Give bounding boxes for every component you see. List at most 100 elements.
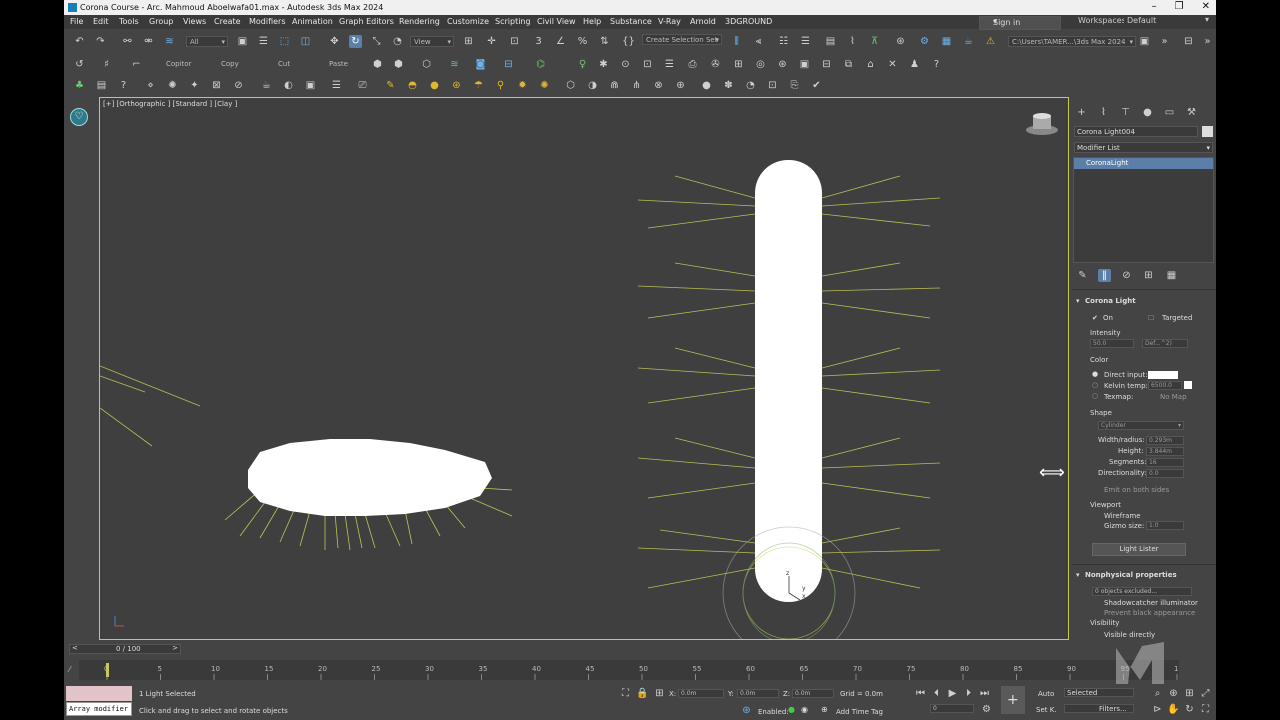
workspace-dropdown[interactable]: Default ▾ [1124,15,1212,26]
expand-toolbar-right-icon[interactable]: » [1201,35,1214,48]
x-field[interactable]: 0.0m [678,689,724,698]
texmap-button[interactable]: No Map [1160,393,1187,401]
menu-group[interactable]: Group [149,17,173,26]
tool-a-icon[interactable]: ⊟ [502,58,515,71]
z-field[interactable]: 0.0m [792,689,834,698]
tool-s4-icon[interactable]: ⊠ [210,79,223,92]
set-project-folder-icon[interactable]: ▣ [1138,35,1151,48]
scene-explorer-icon[interactable]: ☷ [777,35,790,48]
angle-snap-icon[interactable]: ∠ [554,35,567,48]
targeted-checkbox[interactable]: ☐ [1148,314,1154,322]
menu-graph-editors[interactable]: Graph Editors [339,17,394,26]
maximize-viewport-icon[interactable]: ⛶ [1199,703,1212,716]
time-config-icon[interactable]: ⚙ [980,703,993,716]
cut-label[interactable]: Cut [278,60,290,68]
window-crossing-icon[interactable]: ◫ [299,35,312,48]
texmap-radio[interactable]: ○ [1092,392,1098,400]
tool-s7-icon[interactable]: ▣ [304,79,317,92]
tool-s5-icon[interactable]: ⊘ [232,79,245,92]
edit-named-selection-icon[interactable]: {} [622,35,635,48]
select-manipulate-icon[interactable]: ✛ [485,35,498,48]
menu-vray[interactable]: V-Ray [658,17,681,26]
menu-scripting[interactable]: Scripting [495,17,531,26]
tool-b-icon[interactable]: ⌬ [534,58,547,71]
menu-3dground[interactable]: 3DGROUND [725,17,772,26]
time-slider-next-icon[interactable]: > [172,644,178,652]
make-unique-icon[interactable]: ⊘ [1120,269,1133,282]
fov-icon[interactable]: ⊳ [1151,703,1164,716]
hex-tool-1-icon[interactable]: ⬢ [371,58,384,71]
intensity-unit-dropdown[interactable]: Def...^2) [1142,339,1188,348]
pin-stack-icon[interactable]: ✎ [1076,269,1089,282]
selection-filter-dropdown[interactable]: All ▾ [186,36,228,47]
menu-create[interactable]: Create [214,17,241,26]
orbit-icon[interactable]: ↻ [1183,703,1196,716]
menu-substance[interactable]: Substance [610,17,652,26]
hex-tool-3-icon[interactable]: ⬡ [420,58,433,71]
enabled-indicator-icon[interactable]: ● [788,705,795,714]
tool-c-icon[interactable]: ♀ [576,58,589,71]
tool-k-icon[interactable]: ◎ [754,58,767,71]
key-filter-dropdown[interactable]: Selected [1064,688,1134,697]
menu-customize[interactable]: Customize [447,17,489,26]
go-to-end-icon[interactable]: ⏭ [978,687,991,700]
keyboard-shortcut-icon[interactable]: ⊡ [508,35,521,48]
gizmo-size-field[interactable]: 1.0 [1146,521,1184,530]
tool-s12-icon[interactable]: ◔ [744,79,757,92]
light-dome-icon[interactable]: ◓ [406,79,419,92]
tool-s14-icon[interactable]: ⎘ [788,79,801,92]
reference-coordinate-dropdown[interactable]: View ▾ [410,36,454,47]
absolute-mode-icon[interactable]: ⊞ [653,687,666,700]
next-frame-icon[interactable]: ⏵ [962,687,975,700]
workspace-selector[interactable]: Workspaces: Default ▾ [1078,15,1212,26]
track-bar[interactable]: 0510152025303540455055606570758085909510… [79,660,1179,680]
enabled-icon[interactable]: ⊛ [740,704,753,717]
tool-h-icon[interactable]: ⎙ [686,58,699,71]
unlink-icon[interactable]: ⚮ [142,35,155,48]
teapot-icon[interactable]: ☕ [260,79,273,92]
layers-icon[interactable]: ≋ [448,58,461,71]
nonphysical-collapse-icon[interactable]: ▾ [1076,571,1080,579]
scene-canvas[interactable]: z y x [100,98,1068,639]
height-field[interactable]: 3.844m [1146,447,1184,456]
tool-m-icon[interactable]: ▣ [798,58,811,71]
copy-label[interactable]: Copy [221,60,239,68]
tool-f-icon[interactable]: ⊡ [641,58,654,71]
width-field[interactable]: 0.293m [1146,436,1184,445]
tool-s13-icon[interactable]: ⊡ [766,79,779,92]
mirror-icon[interactable]: ⫼ [730,35,743,48]
nonphysical-rollout-title[interactable]: Nonphysical properties [1085,571,1177,579]
menu-rendering[interactable]: Rendering [399,17,440,26]
current-frame-field[interactable]: 0 [930,704,974,713]
select-by-name-icon[interactable]: ☰ [257,35,270,48]
directionality-field[interactable]: 0.0 [1146,469,1184,478]
tool-s9-icon[interactable]: ⊗ [652,79,665,92]
info-icon[interactable]: ? [117,79,130,92]
sign-in-dropdown[interactable]: Sign in ▾ [979,16,1061,30]
kelvin-radio[interactable]: ○ [1092,381,1098,389]
list-icon[interactable]: ▤ [95,79,108,92]
render-setup-icon[interactable]: ⚙ [918,35,931,48]
maxscript-input[interactable]: Array modifier [66,702,132,716]
create-tab-icon[interactable]: + [1075,106,1088,119]
snaps-toggle-icon[interactable]: 3 [532,35,545,48]
add-time-tag[interactable]: Add Time Tag [836,708,883,716]
kelvin-field[interactable]: 6500.0 [1148,381,1182,390]
bind-space-warp-icon[interactable]: ≋ [163,35,176,48]
time-tag-icon[interactable]: ⊕ [821,705,828,714]
hex-tool-2-icon[interactable]: ⬢ [392,58,405,71]
direct-input-radio[interactable]: ● [1092,370,1098,378]
warning-icon[interactable]: ⚠ [984,35,997,48]
select-object-icon[interactable]: ▣ [236,35,249,48]
remove-modifier-icon[interactable]: ⊞ [1142,269,1155,282]
visible-directly-checkbox[interactable]: Visible directly [1104,631,1155,639]
help-icon[interactable]: ? [930,58,943,71]
time-slider-prev-icon[interactable]: < [72,644,78,652]
light-spot-icon[interactable]: ☂ [472,79,485,92]
undo-icon[interactable]: ↶ [73,35,86,48]
move-icon[interactable]: ✥ [328,35,341,48]
project-path-dropdown[interactable]: C:\Users\TAMER...\3ds Max 2024 ▾ [1008,36,1136,47]
rotate-icon[interactable]: ↻ [349,35,362,48]
tool-s8-icon[interactable]: ☰ [330,79,343,92]
menu-animation[interactable]: Animation [292,17,333,26]
